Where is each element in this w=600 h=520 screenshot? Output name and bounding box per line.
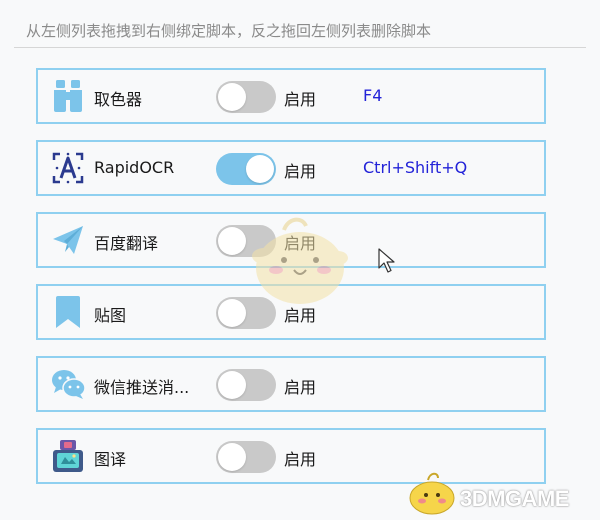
- translate-app-icon: [50, 438, 86, 474]
- toggle-knob: [218, 227, 246, 255]
- wechat-icon: [50, 366, 86, 402]
- toggle-label: 启用: [284, 306, 317, 325]
- script-row-sticker[interactable]: 贴图 启用: [36, 284, 546, 340]
- row-name: 取色器: [94, 90, 143, 109]
- row-name: 微信推送消...: [94, 378, 190, 397]
- hotkey-label[interactable]: Ctrl+Shift+Q: [363, 158, 467, 177]
- toggle-label: 启用: [284, 378, 317, 397]
- enable-toggle[interactable]: [216, 81, 276, 113]
- enable-toggle[interactable]: [216, 153, 276, 185]
- enable-toggle[interactable]: [216, 441, 276, 473]
- toggle-knob: [218, 443, 246, 471]
- toggle-label: 启用: [284, 234, 317, 253]
- toggle-knob: [218, 83, 246, 111]
- enable-toggle[interactable]: [216, 369, 276, 401]
- toggle-label: 启用: [284, 450, 317, 469]
- bookmark-icon: [50, 294, 86, 330]
- enable-toggle[interactable]: [216, 225, 276, 257]
- mouse-cursor-icon: [378, 248, 396, 274]
- script-row-baidu-translate[interactable]: 百度翻译 启用: [36, 212, 546, 268]
- enable-toggle[interactable]: [216, 297, 276, 329]
- toggle-label: 启用: [284, 90, 317, 109]
- toggle-knob: [246, 155, 274, 183]
- hotkey-label[interactable]: F4: [363, 86, 382, 105]
- hint-text: 从左侧列表拖拽到右侧绑定脚本，反之拖回左侧列表删除脚本: [26, 22, 432, 40]
- row-name: 百度翻译: [94, 234, 159, 253]
- script-row-color-picker[interactable]: 取色器 启用 F4: [36, 68, 546, 124]
- paper-plane-icon: [50, 222, 86, 258]
- watermark-text: 3DMGAME: [460, 486, 569, 511]
- toggle-label: 启用: [284, 162, 317, 181]
- row-name: 图译: [94, 450, 127, 469]
- toggle-knob: [218, 371, 246, 399]
- script-row-wechat-push[interactable]: 微信推送消... 启用: [36, 356, 546, 412]
- row-name: 贴图: [94, 306, 127, 325]
- script-row-image-translate[interactable]: 图译 启用: [36, 428, 546, 484]
- script-row-rapidocr[interactable]: RapidOCR 启用 Ctrl+Shift+Q: [36, 140, 546, 196]
- toggle-knob: [218, 299, 246, 327]
- row-name: RapidOCR: [94, 158, 175, 177]
- binoculars-icon: [50, 78, 86, 114]
- hint-bar: 从左侧列表拖拽到右侧绑定脚本，反之拖回左侧列表删除脚本: [14, 12, 586, 48]
- ocr-scan-icon: [50, 150, 86, 186]
